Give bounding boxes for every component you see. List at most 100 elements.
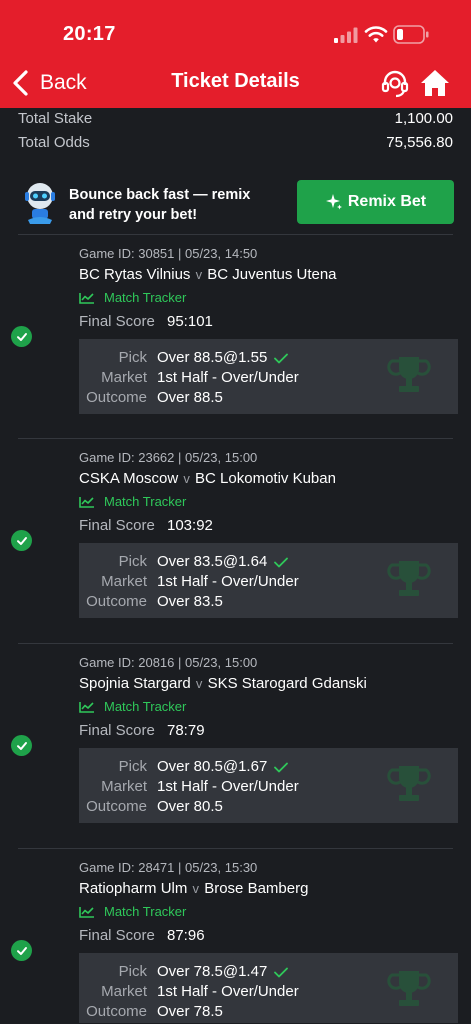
cell-signal-icon (334, 27, 358, 43)
market-value: 1st Half - Over/Under (157, 983, 299, 1000)
total-stake-value: 1,100.00 (394, 110, 453, 127)
trophy-icon (387, 766, 431, 801)
promo-line-1: Bounce back fast — remix (69, 187, 251, 203)
versus-label: v (192, 881, 200, 896)
wifi-icon (364, 26, 388, 43)
match-tracker-label: Match Tracker (104, 904, 187, 919)
event-card: Game ID: 20816 | 05/23, 15:00 Spojnia St… (0, 644, 471, 844)
event-card: Game ID: 23662 | 05/23, 15:00 CSKA Mosco… (0, 439, 471, 639)
away-team: BC Lokomotiv Kuban (195, 470, 336, 487)
trophy-icon (387, 357, 431, 392)
final-score-value: 103:92 (167, 517, 213, 534)
away-team: SKS Starogard Gdanski (207, 675, 367, 692)
market-value: 1st Half - Over/Under (157, 573, 299, 590)
pick-value: Over 83.5@1.64 (157, 553, 268, 570)
match-tracker-link[interactable]: Match Tracker (79, 699, 186, 714)
versus-label: v (183, 471, 190, 486)
bet-details-box: Pick Over 88.5@1.55 Market 1st Half - Over… (79, 339, 458, 414)
market-label: Market (101, 983, 147, 1000)
check-icon (274, 557, 289, 567)
won-check-icon (11, 530, 32, 551)
app-header: 20:17 Back Ticket Details (0, 0, 471, 108)
versus-label: v (195, 267, 203, 282)
event-card: Game ID: 30851 | 05/23, 14:50 BC Rytas V… (0, 235, 471, 435)
status-time: 20:17 (63, 23, 116, 45)
home-icon[interactable] (420, 69, 450, 97)
support-headset-icon[interactable] (380, 68, 410, 98)
away-team: BC Juventus Utena (207, 266, 337, 283)
final-score-label: Final Score (79, 722, 155, 739)
outcome-value: Over 80.5 (157, 798, 223, 815)
remix-bet-button[interactable]: Remix Bet (297, 180, 454, 224)
chart-line-icon (79, 292, 94, 304)
home-team: BC Rytas Vilnius (79, 266, 191, 283)
won-check-icon (11, 940, 32, 961)
bet-details-box: Pick Over 78.5@1.47 Market 1st Half - Over… (79, 953, 458, 1023)
promo-line-2: and retry your bet! (69, 207, 198, 223)
outcome-label: Outcome (86, 798, 147, 815)
bet-details-box: Pick Over 80.5@1.67 Market 1st Half - Over… (79, 748, 458, 823)
outcome-value: Over 78.5 (157, 1003, 223, 1020)
final-score-value: 78:79 (167, 722, 205, 739)
market-label: Market (101, 778, 147, 795)
total-odds-label: Total Odds (18, 134, 90, 151)
market-label: Market (101, 573, 147, 590)
outcome-label: Outcome (86, 389, 147, 406)
pick-label: Pick (118, 349, 147, 366)
match-tracker-link[interactable]: Match Tracker (79, 904, 186, 919)
versus-label: v (195, 676, 203, 691)
chart-line-icon (79, 906, 94, 918)
outcome-label: Outcome (86, 593, 147, 610)
check-icon (274, 353, 289, 363)
total-stake-label: Total Stake (18, 110, 93, 127)
match-tracker-link[interactable]: Match Tracker (79, 494, 186, 509)
bet-details-box: Pick Over 83.5@1.64 Market 1st Half - Over… (79, 543, 458, 618)
home-team: Spojnia Stargard (79, 675, 191, 692)
chart-line-icon (79, 701, 94, 713)
total-odds-value: 75,556.80 (386, 134, 453, 151)
outcome-label: Outcome (86, 1003, 147, 1020)
won-check-icon (11, 326, 32, 347)
match-teams: BC Rytas Vilnius v BC Juventus Utena (79, 266, 337, 283)
trophy-icon (387, 561, 431, 596)
final-score-value: 95:101 (167, 313, 213, 330)
match-tracker-label: Match Tracker (104, 290, 187, 305)
match-teams: CSKA Moscow v BC Lokomotiv Kuban (79, 470, 336, 487)
total-odds-row: Total Odds 75,556.80 (18, 134, 453, 151)
game-id: Game ID: 23662 | 05/23, 15:00 (79, 450, 258, 465)
won-check-icon (11, 735, 32, 756)
outcome-value: Over 88.5 (157, 389, 223, 406)
promo-text: Bounce back fast — remix and retry your … (69, 185, 250, 225)
check-icon (274, 762, 289, 772)
sparkle-icon (325, 194, 342, 210)
pick-value: Over 78.5@1.47 (157, 963, 268, 980)
home-team: Ratiopharm Ulm (79, 880, 188, 897)
battery-low-icon (393, 25, 429, 44)
final-score-label: Final Score (79, 313, 155, 330)
check-icon (274, 967, 289, 977)
pick-value: Over 88.5@1.55 (157, 349, 268, 366)
game-id: Game ID: 30851 | 05/23, 14:50 (79, 246, 258, 261)
match-teams: Spojnia Stargard v SKS Starogard Gdanski (79, 675, 367, 692)
market-value: 1st Half - Over/Under (157, 778, 299, 795)
match-tracker-link[interactable]: Match Tracker (79, 290, 186, 305)
match-tracker-label: Match Tracker (104, 699, 187, 714)
remix-bet-label: Remix Bet (347, 193, 427, 210)
final-score-label: Final Score (79, 517, 155, 534)
total-stake-row: Total Stake 1,100.00 (18, 110, 453, 127)
trophy-icon (387, 971, 431, 1006)
final-score-label: Final Score (79, 927, 155, 944)
game-id: Game ID: 20816 | 05/23, 15:00 (79, 655, 258, 670)
event-card: Game ID: 28471 | 05/23, 15:30 Ratiopharm… (0, 849, 471, 1024)
pick-value: Over 80.5@1.67 (157, 758, 268, 775)
game-id: Game ID: 28471 | 05/23, 15:30 (79, 860, 258, 875)
market-label: Market (101, 369, 147, 386)
pick-label: Pick (118, 758, 147, 775)
away-team: Brose Bamberg (204, 880, 309, 897)
final-score-value: 87:96 (167, 927, 205, 944)
market-value: 1st Half - Over/Under (157, 369, 299, 386)
pick-label: Pick (118, 963, 147, 980)
home-team: CSKA Moscow (79, 470, 179, 487)
match-tracker-label: Match Tracker (104, 494, 187, 509)
robot-mascot-icon (25, 183, 55, 224)
